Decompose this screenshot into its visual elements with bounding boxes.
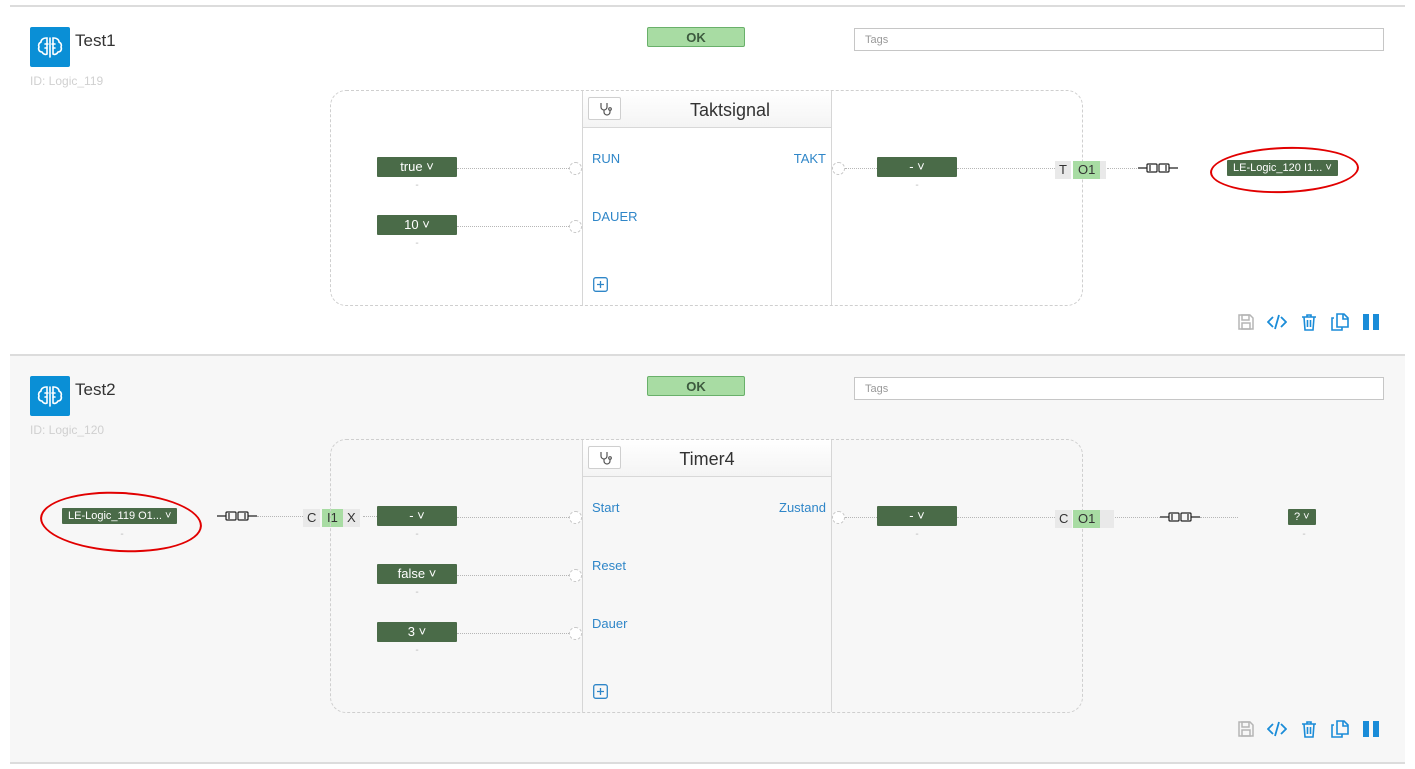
output-port-circle[interactable] xyxy=(832,511,845,524)
input-port-circle[interactable] xyxy=(569,627,582,640)
input-port-circle[interactable] xyxy=(569,569,582,582)
brain-logo-icon xyxy=(30,27,70,67)
status-ok-button[interactable]: OK xyxy=(647,27,745,47)
block-title: Timer4 xyxy=(679,449,735,469)
output-type-letter: C xyxy=(1055,510,1073,528)
pin-label-dauer: DAUER xyxy=(592,209,638,224)
input-value-dropdown-start[interactable]: - ˅ xyxy=(377,506,457,526)
output-wire xyxy=(845,517,877,518)
input-wire xyxy=(257,516,303,517)
output-value-dropdown-takt[interactable]: - ˅ xyxy=(877,157,957,177)
pin-label-start: Start xyxy=(592,500,620,515)
block-divider-right xyxy=(831,91,832,305)
input-sub-dauer: - xyxy=(415,645,419,656)
trash-icon[interactable] xyxy=(1299,312,1319,332)
output-target-dropdown[interactable]: ? ˅ xyxy=(1288,509,1316,525)
debug-stethoscope-button[interactable] xyxy=(588,97,621,120)
code-icon[interactable] xyxy=(1266,719,1288,739)
block-divider-left xyxy=(582,440,583,712)
logic-title: Test1 xyxy=(75,31,116,50)
block-divider-right xyxy=(831,440,832,712)
red-annotation-circle xyxy=(1209,144,1360,196)
connector-link-icon xyxy=(1160,510,1200,529)
input-value-dropdown-reset[interactable]: false ˅ xyxy=(377,564,457,584)
logic-panel-test2: Test2 ID: Logic_120 OK LE-Logic_119 O1..… xyxy=(10,354,1405,764)
pause-icon[interactable] xyxy=(1361,312,1381,332)
input-sub-reset: - xyxy=(415,587,419,598)
connector-link-icon xyxy=(1138,161,1178,180)
pin-label-dauer: Dauer xyxy=(592,616,628,631)
input-sub-run: - xyxy=(415,180,419,191)
status-ok-button[interactable]: OK xyxy=(647,376,745,396)
pin-label-takt: TAKT xyxy=(793,151,826,166)
input-value-dropdown-run[interactable]: true ˅ xyxy=(377,157,457,177)
output-value-dropdown-zustand[interactable]: - ˅ xyxy=(877,506,957,526)
logic-panel-test1: Test1 ID: Logic_119 OK Taktsignal true ˅… xyxy=(10,5,1405,355)
output-type-letter: T xyxy=(1055,161,1071,179)
input-port-circle[interactable] xyxy=(569,162,582,175)
save-icon[interactable] xyxy=(1236,719,1256,739)
input-type-letter: C xyxy=(303,509,321,527)
output-wire xyxy=(957,517,1057,518)
input-wire xyxy=(457,226,569,227)
input-sub-start: - xyxy=(415,529,419,540)
output-target-sub: - xyxy=(1302,529,1306,540)
copy-icon[interactable] xyxy=(1330,719,1350,739)
output-port-circle[interactable] xyxy=(832,162,845,175)
pin-label-zustand: Zustand xyxy=(779,500,826,515)
output-port-end xyxy=(1100,510,1114,528)
input-wire xyxy=(457,517,569,518)
output-wire xyxy=(1115,517,1160,518)
input-wire xyxy=(457,168,569,169)
logic-id: ID: Logic_119 xyxy=(30,74,104,88)
add-input-plus-icon[interactable] xyxy=(593,277,608,292)
output-wire xyxy=(957,168,1057,169)
input-port-circle[interactable] xyxy=(569,511,582,524)
code-icon[interactable] xyxy=(1266,312,1288,332)
logic-id: ID: Logic_120 xyxy=(30,423,105,437)
input-sub-dauer: - xyxy=(415,238,419,249)
input-value-dropdown-dauer[interactable]: 10 ˅ xyxy=(377,215,457,235)
output-sub-zustand: - xyxy=(915,529,919,540)
red-annotation-circle xyxy=(38,487,204,557)
output-port-label: O1 xyxy=(1073,510,1101,528)
pause-icon[interactable] xyxy=(1361,719,1381,739)
output-port-label: O1 xyxy=(1073,161,1101,179)
logic-title: Test2 xyxy=(75,380,116,399)
save-icon[interactable] xyxy=(1236,312,1256,332)
output-wire xyxy=(1200,517,1238,518)
output-wire xyxy=(1107,168,1137,169)
tags-input[interactable] xyxy=(854,377,1384,400)
copy-icon[interactable] xyxy=(1330,312,1350,332)
tags-input[interactable] xyxy=(854,28,1384,51)
block-title: Taktsignal xyxy=(689,100,771,120)
input-value-dropdown-dauer[interactable]: 3 ˅ xyxy=(377,622,457,642)
input-port-circle[interactable] xyxy=(569,220,582,233)
output-port-end xyxy=(1100,161,1106,179)
output-wire xyxy=(845,168,877,169)
trash-icon[interactable] xyxy=(1299,719,1319,739)
input-wire xyxy=(457,633,569,634)
brain-logo-icon xyxy=(30,376,70,416)
input-wire xyxy=(457,575,569,576)
pin-label-run: RUN xyxy=(592,151,621,166)
output-sub-takt: - xyxy=(915,180,919,191)
connector-link-icon xyxy=(217,509,257,528)
pin-label-reset: Reset xyxy=(592,558,626,573)
add-input-plus-icon[interactable] xyxy=(593,684,608,699)
